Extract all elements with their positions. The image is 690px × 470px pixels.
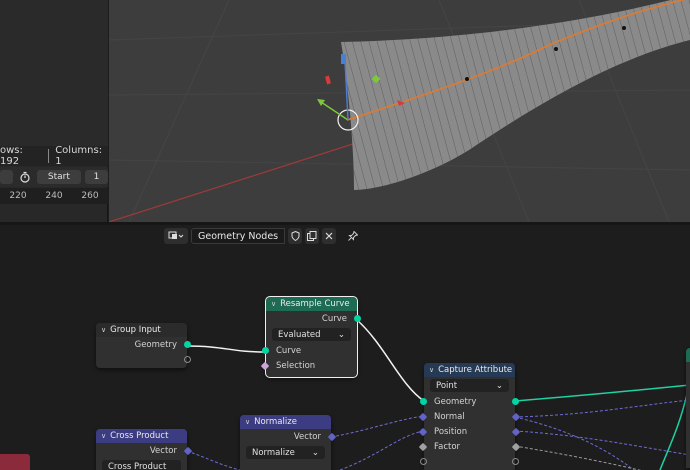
cross-product-node[interactable]: ∨ Cross Product Vector Cross Product: [96, 429, 193, 470]
close-icon[interactable]: [322, 228, 337, 244]
position-row: Position: [418, 424, 521, 439]
input-curve-row: Curve: [262, 343, 357, 358]
capture-domain-dropdown[interactable]: Point ⌄: [430, 379, 509, 392]
3d-viewport[interactable]: [109, 0, 690, 222]
normalize-header[interactable]: ∨ Normalize: [240, 415, 331, 429]
empty-input-socket[interactable]: [420, 458, 427, 465]
normal-row: Normal: [418, 409, 521, 424]
node-title: Resample Curve: [280, 299, 350, 309]
status-separator: [48, 149, 50, 163]
collapse-chevron-icon[interactable]: ∨: [429, 366, 434, 374]
empty-output-socket[interactable]: [184, 356, 191, 363]
timeline-tick: 220: [9, 191, 27, 201]
timeline-tick: 240: [45, 191, 63, 201]
group-input-header[interactable]: ∨ Group Input: [96, 323, 187, 337]
timeline-header: Start 1: [0, 167, 108, 187]
chevron-down-icon: ⌄: [495, 380, 503, 391]
start-frame-field[interactable]: 1: [84, 170, 108, 184]
node-title: Cross Product: [110, 431, 169, 441]
resample-curve-header[interactable]: ∨ Resample Curve: [266, 297, 357, 311]
socket-label: Vector: [293, 431, 321, 442]
capture-attribute-header[interactable]: ∨ Capture Attribute: [424, 363, 515, 377]
output-curve-row: Curve: [266, 311, 361, 326]
socket-label: Normal: [434, 411, 465, 422]
socket-label: Selection: [276, 360, 316, 371]
group-input-node[interactable]: ∨ Group Input Geometry: [96, 323, 191, 368]
dropdown-value: Normalize: [252, 447, 295, 458]
resample-mode-dropdown[interactable]: Evaluated ⌄: [272, 328, 351, 341]
editor-type-button[interactable]: [164, 228, 188, 244]
node-title: Normalize: [254, 417, 297, 427]
timeline-menu-button[interactable]: [0, 170, 14, 184]
node-tree-name-field[interactable]: Geometry Nodes: [191, 228, 286, 244]
spreadsheet-panel: ows: 192 Columns: 1 Start 1 220 240 260: [0, 0, 108, 222]
viewport-scene: [109, 0, 690, 222]
offscreen-node-bottom-left[interactable]: [0, 454, 30, 470]
empty-socket-row: [420, 454, 519, 469]
node-title: Group Input: [110, 325, 161, 335]
collapse-chevron-icon[interactable]: ∨: [101, 326, 106, 334]
duplicate-icon[interactable]: [305, 228, 320, 244]
node-title: Capture Attribute: [438, 365, 513, 375]
rows-count: ows: 192: [0, 145, 23, 167]
geometry-input-socket[interactable]: [420, 398, 427, 405]
geometry-row: Geometry: [420, 394, 519, 409]
collapse-chevron-icon[interactable]: ∨: [271, 300, 276, 308]
collapse-chevron-icon[interactable]: ∨: [101, 432, 106, 440]
start-frame-label: Start: [36, 170, 81, 184]
socket-label: Factor: [434, 441, 461, 452]
operation-dropdown[interactable]: Cross Product: [102, 460, 181, 470]
offscreen-node[interactable]: [686, 348, 690, 468]
output-geometry-row: Geometry: [96, 337, 191, 352]
offscreen-node-header[interactable]: [686, 348, 690, 362]
curve-output-socket[interactable]: [354, 315, 361, 322]
capture-attribute-node[interactable]: ∨ Capture Attribute Point ⌄ Geometry Nor…: [418, 363, 521, 470]
socket-label: Curve: [321, 313, 347, 324]
input-selection-row: Selection: [260, 358, 357, 373]
stopwatch-icon[interactable]: [17, 170, 33, 184]
dropdown-value: Cross Product: [108, 461, 167, 470]
node-editor-header: Geometry Nodes: [164, 227, 361, 245]
resample-curve-node[interactable]: ∨ Resample Curve Curve Evaluated ⌄ Curve…: [260, 296, 361, 378]
dropdown-value: Evaluated: [278, 329, 321, 340]
chevron-down-icon: ⌄: [337, 329, 345, 340]
curve-input-socket[interactable]: [262, 347, 269, 354]
spreadsheet-status: ows: 192 Columns: 1: [0, 145, 108, 167]
geometry-output-socket[interactable]: [512, 398, 519, 405]
columns-count: Columns: 1: [55, 145, 103, 167]
empty-output-socket[interactable]: [512, 458, 519, 465]
node-editor[interactable]: Geometry Nodes ∨ Group Input Geometry ∨: [0, 225, 690, 470]
spreadsheet-area: [0, 0, 108, 146]
normalize-node[interactable]: ∨ Normalize Vector Normalize ⌄: [240, 415, 337, 470]
socket-label: Curve: [276, 345, 302, 356]
socket-label: Vector: [149, 445, 177, 456]
factor-row: Factor: [418, 439, 521, 454]
fake-user-shield-icon[interactable]: [288, 228, 303, 244]
socket-label: Position: [434, 426, 468, 437]
operation-dropdown[interactable]: Normalize ⌄: [246, 446, 325, 459]
collapse-chevron-icon[interactable]: ∨: [245, 418, 250, 426]
cross-product-header[interactable]: ∨ Cross Product: [96, 429, 187, 443]
geometry-output-socket[interactable]: [184, 341, 191, 348]
timeline-tick: 260: [81, 191, 99, 201]
empty-output-row: [96, 352, 191, 367]
pin-icon[interactable]: [345, 228, 361, 244]
chevron-down-icon: ⌄: [311, 447, 319, 458]
timeline-ruler[interactable]: 220 240 260: [0, 188, 108, 204]
dropdown-value: Point: [436, 380, 458, 391]
output-vector-row: Vector: [96, 443, 193, 458]
socket-label: Geometry: [434, 396, 477, 407]
output-vector-row: Vector: [240, 429, 337, 444]
socket-label: Geometry: [134, 339, 177, 350]
